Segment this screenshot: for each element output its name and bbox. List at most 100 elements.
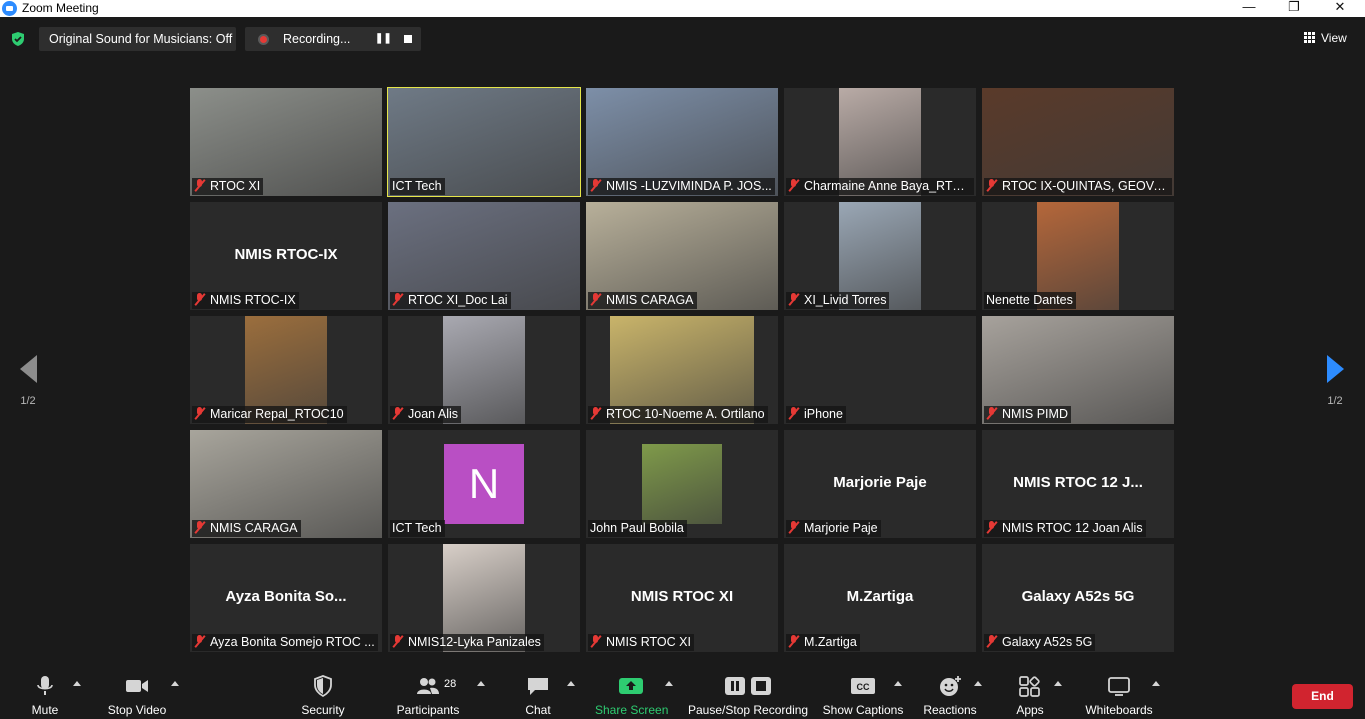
muted-mic-icon — [194, 521, 206, 534]
participant-name: Marjorie Paje — [804, 521, 878, 535]
participant-name: NMIS RTOC 12 Joan Alis — [1002, 521, 1143, 535]
whiteboard-icon — [1108, 677, 1130, 696]
end-meeting-button[interactable]: End — [1292, 684, 1353, 709]
participant-display-name: M.Zartiga — [846, 588, 914, 605]
participant-tile[interactable]: NMIS CARAGA — [586, 202, 778, 310]
participant-name: RTOC IX-QUINTAS, GEOVA... — [1002, 179, 1172, 193]
participant-name-tag: Nenette Dantes — [984, 292, 1076, 309]
muted-mic-icon — [788, 407, 800, 420]
participant-tile[interactable]: Marjorie Paje Marjorie Paje — [784, 430, 976, 538]
stop-video-button[interactable]: Stop Video — [104, 663, 170, 719]
participants-button[interactable]: 28 Participants — [394, 663, 462, 719]
participant-tile[interactable]: N ICT Tech — [388, 430, 580, 538]
participant-tile[interactable]: NMIS PIMD — [982, 316, 1174, 424]
mute-button[interactable]: Mute — [22, 663, 68, 719]
participant-tile[interactable]: RTOC XI_Doc Lai — [388, 202, 580, 310]
show-captions-button[interactable]: CC Show Captions — [822, 663, 904, 719]
mic-icon — [37, 676, 53, 695]
participant-tile[interactable]: Ayza Bonita So... Ayza Bonita Somejo RTOC… — [190, 544, 382, 652]
participant-tile[interactable]: XI_Livid Torres — [784, 202, 976, 310]
share-screen-button[interactable]: Share Screen — [595, 663, 668, 719]
participant-name-tag: RTOC XI — [192, 178, 264, 195]
participant-tile[interactable]: Maricar Repal_RTOC10 — [190, 316, 382, 424]
participant-name: ICT Tech — [392, 179, 442, 193]
chat-label: Chat — [525, 703, 551, 717]
reactions-options-chevron-icon[interactable] — [974, 681, 982, 686]
audio-options-chevron-icon[interactable] — [73, 681, 81, 686]
captions-badge: CC — [857, 682, 870, 692]
participant-name: ICT Tech — [392, 521, 442, 535]
participant-name-tag: John Paul Bobila — [588, 520, 687, 537]
video-options-chevron-icon[interactable] — [171, 681, 179, 686]
participant-tile[interactable]: NMIS12-Lyka Panizales — [388, 544, 580, 652]
participant-name: NMIS RTOC XI — [606, 635, 691, 649]
participant-tile[interactable]: Galaxy A52s 5G Galaxy A52s 5G — [982, 544, 1174, 652]
reactions-button[interactable]: Reactions — [922, 663, 978, 719]
chat-button[interactable]: Chat — [518, 663, 558, 719]
participant-name-tag: Joan Alis — [390, 406, 462, 423]
participant-tile[interactable]: NMIS RTOC XI NMIS RTOC XI — [586, 544, 778, 652]
participants-options-chevron-icon[interactable] — [477, 681, 485, 686]
participant-name: iPhone — [804, 407, 843, 421]
participant-tile[interactable]: RTOC XI — [190, 88, 382, 196]
muted-mic-icon — [590, 179, 602, 192]
participant-tile[interactable]: NMIS -LUZVIMINDA P. JOS... — [586, 88, 778, 196]
mute-label: Mute — [31, 703, 59, 717]
captions-options-chevron-icon[interactable] — [894, 681, 902, 686]
muted-mic-icon — [194, 635, 206, 648]
whiteboards-options-chevron-icon[interactable] — [1152, 681, 1160, 686]
participant-name-tag: Maricar Repal_RTOC10 — [192, 406, 347, 423]
security-button[interactable]: Security — [296, 663, 350, 719]
participant-tile[interactable]: RTOC 10-Noeme A. Ortilano — [586, 316, 778, 424]
participant-name-tag: NMIS RTOC XI — [588, 634, 694, 651]
participant-name-tag: RTOC 10-Noeme A. Ortilano — [588, 406, 768, 423]
participant-name-tag: iPhone — [786, 406, 846, 423]
reactions-label: Reactions — [923, 703, 977, 717]
participants-icon — [417, 678, 439, 694]
participants-count: 28 — [444, 678, 457, 690]
participant-tile[interactable]: M.Zartiga M.Zartiga — [784, 544, 976, 652]
participant-name: Galaxy A52s 5G — [1002, 635, 1093, 649]
participant-name: Joan Alis — [408, 407, 459, 421]
participant-name: XI_Livid Torres — [804, 293, 887, 307]
muted-mic-icon — [986, 635, 998, 648]
participants-label: Participants — [396, 703, 460, 717]
muted-mic-icon — [986, 407, 998, 420]
apps-button[interactable]: Apps — [1008, 663, 1052, 719]
participant-name-tag: Marjorie Paje — [786, 520, 881, 537]
emoji-plus-icon — [940, 676, 961, 696]
participant-tile[interactable]: Nenette Dantes — [982, 202, 1174, 310]
participant-display-name: NMIS RTOC XI — [630, 588, 734, 605]
participant-name-tag: RTOC IX-QUINTAS, GEOVA... — [984, 178, 1172, 195]
participant-name-tag: NMIS PIMD — [984, 406, 1071, 423]
chat-options-chevron-icon[interactable] — [567, 681, 575, 686]
participant-name-tag: Galaxy A52s 5G — [984, 634, 1096, 651]
share-options-chevron-icon[interactable] — [665, 681, 673, 686]
muted-mic-icon — [194, 179, 206, 192]
stop-video-label: Stop Video — [107, 703, 167, 717]
video-feed — [642, 444, 722, 524]
pause-stop-recording-label: Pause/Stop Recording — [688, 703, 809, 717]
pause-stop-recording-button[interactable]: Pause/Stop Recording — [688, 663, 808, 719]
participant-tile[interactable]: NMIS RTOC 12 J... NMIS RTOC 12 Joan Alis — [982, 430, 1174, 538]
whiteboards-button[interactable]: Whiteboards — [1082, 663, 1156, 719]
apps-options-chevron-icon[interactable] — [1054, 681, 1062, 686]
participant-name: John Paul Bobila — [590, 521, 684, 535]
participant-display-name: NMIS RTOC-IX — [234, 246, 338, 263]
muted-mic-icon — [590, 407, 602, 420]
participant-tile[interactable]: Joan Alis — [388, 316, 580, 424]
participant-tile[interactable]: RTOC IX-QUINTAS, GEOVA... — [982, 88, 1174, 196]
participant-tile[interactable]: NMIS CARAGA — [190, 430, 382, 538]
participant-tile[interactable]: ICT Tech — [387, 87, 581, 197]
muted-mic-icon — [788, 179, 800, 192]
participant-tile[interactable]: NMIS RTOC-IX NMIS RTOC-IX — [190, 202, 382, 310]
participant-name: RTOC 10-Noeme A. Ortilano — [606, 407, 765, 421]
muted-mic-icon — [194, 407, 206, 420]
participant-tile[interactable]: Charmaine Anne Baya_RTO... — [784, 88, 976, 196]
muted-mic-icon — [986, 179, 998, 192]
avatar: N — [444, 444, 524, 524]
participant-name: NMIS12-Lyka Panizales — [408, 635, 541, 649]
whiteboards-label: Whiteboards — [1085, 703, 1153, 717]
participant-tile[interactable]: iPhone — [784, 316, 976, 424]
participant-tile[interactable]: John Paul Bobila — [586, 430, 778, 538]
